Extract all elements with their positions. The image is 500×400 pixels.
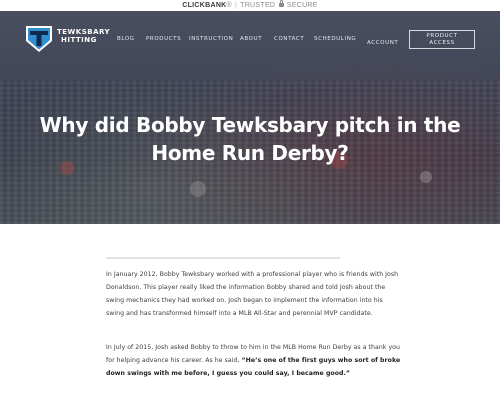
product-access-button[interactable]: PRODUCT ACCESS bbox=[409, 30, 475, 49]
clickbank-reg: ® bbox=[226, 2, 232, 9]
nav-account[interactable]: ACCOUNT bbox=[367, 40, 398, 46]
content-divider bbox=[106, 257, 340, 259]
page-title-line1: Why did Bobby Tewksbary pitch in the bbox=[39, 113, 461, 137]
article-paragraph-2: In July of 2015, Josh asked Bobby to thr… bbox=[106, 341, 402, 380]
logo-line1: TEWKSBARY bbox=[57, 28, 111, 36]
secure-label: SECURE bbox=[286, 2, 318, 9]
trust-separator: | bbox=[235, 2, 238, 9]
lock-icon bbox=[278, 0, 284, 7]
trust-bar: CLICKBANK® | TRUSTED SECURE bbox=[0, 0, 500, 11]
article-paragraph-1: In January 2012, Bobby Tewksbary worked … bbox=[106, 271, 399, 317]
trusted-label: TRUSTED bbox=[240, 2, 276, 9]
page-title-line2: Home Run Derby? bbox=[151, 141, 349, 165]
nav-about[interactable]: ABOUT bbox=[240, 36, 262, 42]
nav-products[interactable]: PRODUCTS bbox=[146, 36, 181, 42]
nav-instruction[interactable]: INSTRUCTION bbox=[189, 36, 233, 42]
clickbank-label: CLICKBANK bbox=[182, 2, 227, 9]
crowd-detail bbox=[420, 171, 432, 183]
nav-contact[interactable]: CONTACT bbox=[274, 36, 304, 42]
hero-banner: TEWKSBARY HITTING BLOG PRODUCTS INSTRUCT… bbox=[0, 11, 500, 224]
nav-blog[interactable]: BLOG bbox=[117, 36, 135, 42]
page-title: Why did Bobby Tewksbary pitch in the Hom… bbox=[30, 111, 470, 167]
product-access-line2: ACCESS bbox=[429, 39, 455, 46]
crowd-detail bbox=[190, 181, 206, 197]
nav-scheduling[interactable]: SCHEDULING bbox=[314, 36, 356, 42]
